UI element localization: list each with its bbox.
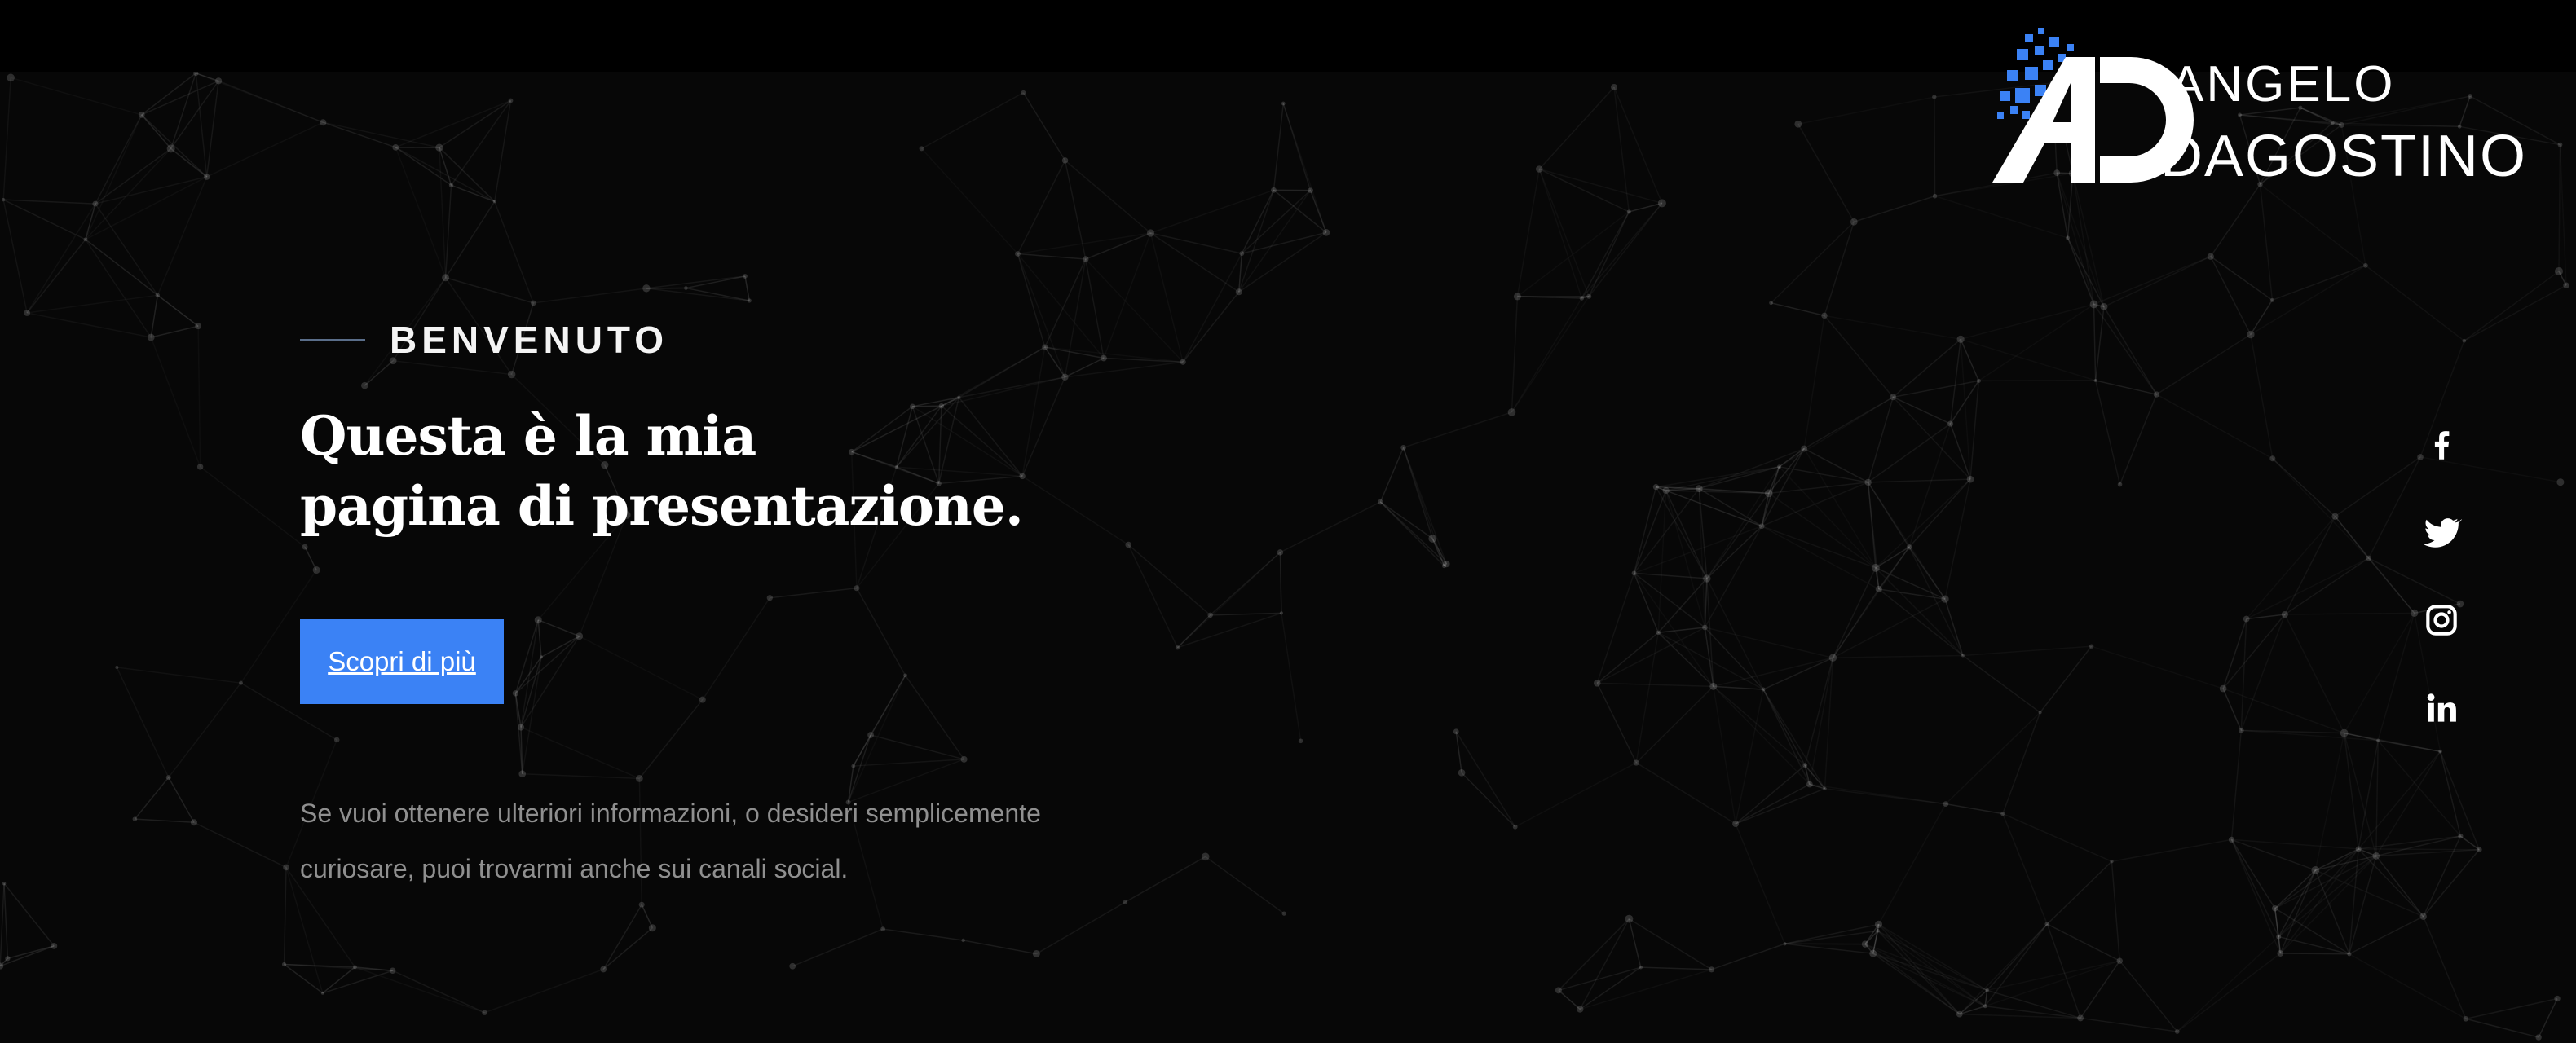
eyebrow-label: BENVENUTO [390,319,668,361]
linkedin-link[interactable] [2421,688,2462,728]
page-title-line1: Questa è la mia [300,404,756,468]
logo-name-line2: DAGOSTINO [2160,124,2527,189]
site-logo[interactable]: ANGELO DAGOSTINO [1992,21,2555,189]
page-title: Questa è la mia pagina di presentazione. [300,401,1099,541]
instagram-link[interactable] [2421,600,2462,640]
facebook-icon [2434,431,2450,460]
intro-description: Se vuoi ottenere ulteriori informazioni,… [300,799,1041,883]
logo-graphic: ANGELO DAGOSTINO [1992,28,2527,189]
eyebrow: BENVENUTO [300,318,1099,362]
instagram-icon [2426,605,2457,636]
page-title-line2: pagina di presentazione. [300,474,1024,538]
facebook-link[interactable] [2421,424,2462,464]
eyebrow-divider [300,339,365,341]
hero-section: BENVENUTO Questa è la mia pagina di pres… [300,318,1099,922]
logo-name-line1: ANGELO [2170,56,2395,112]
twitter-link[interactable] [2421,512,2462,552]
discover-more-button[interactable]: Scopri di più [300,619,504,704]
social-links [2421,424,2462,776]
linkedin-icon [2427,693,2456,722]
twitter-icon [2422,518,2462,548]
